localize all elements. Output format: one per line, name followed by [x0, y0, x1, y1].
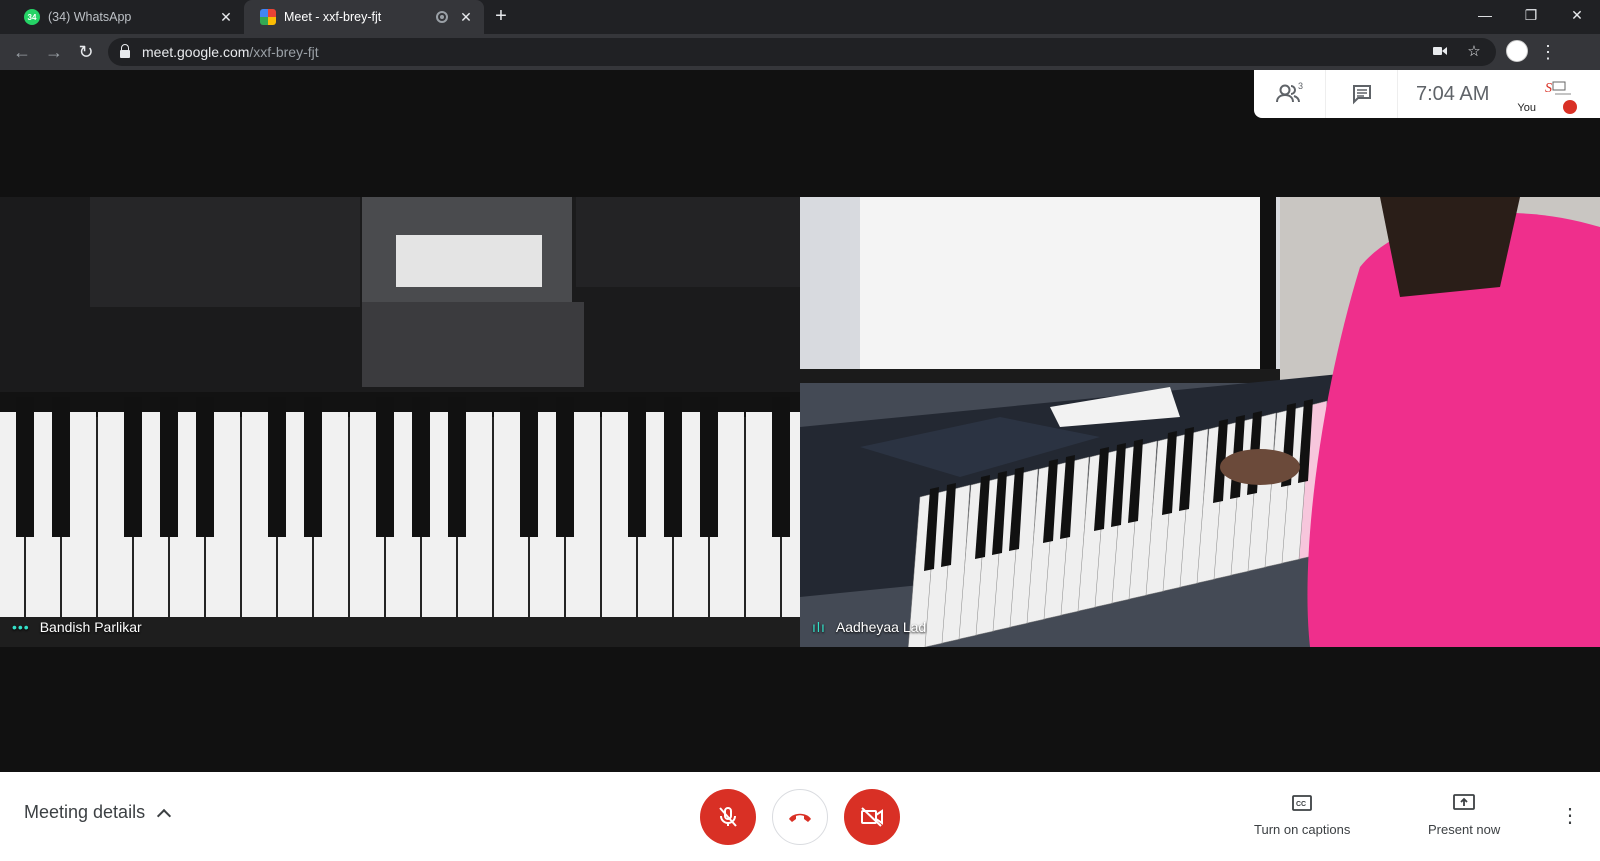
meeting-details-button[interactable]: Meeting details [24, 802, 172, 823]
present-now-button[interactable]: Present now [1428, 792, 1500, 837]
restore-icon[interactable]: ❐ [1508, 0, 1554, 30]
mic-off-icon [1563, 100, 1578, 114]
meeting-details-label: Meeting details [24, 802, 146, 822]
chat-icon [1352, 85, 1371, 105]
hang-up-icon [789, 813, 811, 822]
camera-off-icon [861, 807, 883, 827]
url-path: /xxf-brey-fjt [249, 44, 319, 60]
camera-icon[interactable] [1430, 42, 1450, 62]
reload-icon[interactable]: ↻ [74, 40, 98, 64]
recording-indicator-icon [436, 11, 448, 23]
people-button[interactable]: 3 [1254, 70, 1326, 118]
svg-text:CC: CC [1296, 801, 1306, 808]
new-tab-button[interactable]: + [488, 4, 514, 30]
close-window-icon[interactable]: ✕ [1554, 0, 1600, 30]
chevron-up-icon [157, 808, 172, 823]
tab-meet[interactable]: Meet - xxf-brey-fjt ✕ [244, 0, 484, 34]
back-icon[interactable]: ← [10, 40, 34, 64]
participant-name: Bandish Parlikar [39, 619, 142, 635]
avatar[interactable] [1506, 40, 1528, 62]
audio-level-icon: ılı [812, 619, 826, 635]
participant-tile[interactable]: ••• Bandish Parlikar [0, 197, 800, 647]
participant-tile[interactable]: ılı Aadheyaa Lad [800, 197, 1600, 647]
participant-count: 3 [1298, 82, 1303, 91]
people-icon: 3 [1275, 82, 1303, 103]
self-view[interactable]: S You [1507, 70, 1580, 118]
video-feed-keyboard [0, 197, 800, 647]
svg-text:S: S [1545, 81, 1552, 96]
close-icon[interactable]: ✕ [218, 9, 234, 26]
meet-icon [260, 9, 276, 25]
tab-whatsapp[interactable]: 34 (34) WhatsApp ✕ [8, 0, 244, 34]
present-screen-icon [1453, 792, 1476, 814]
chat-button[interactable] [1326, 70, 1398, 118]
url-host: meet.google.com [142, 44, 250, 60]
participant-name-tag: ılı Aadheyaa Lad [812, 619, 926, 635]
minimize-icon[interactable]: — [1462, 0, 1508, 30]
forward-icon[interactable]: → [42, 40, 66, 64]
address-bar[interactable]: meet.google.com/xxf-brey-fjt ☆ [108, 38, 1496, 66]
participant-name-tag: ••• Bandish Parlikar [12, 619, 142, 635]
speaking-dots-icon: ••• [12, 619, 30, 635]
more-options-icon[interactable]: ⋮ [1560, 804, 1580, 828]
captions-label: Turn on captions [1254, 822, 1351, 837]
closed-captions-icon: CC [1291, 792, 1313, 814]
browser-tab-bar: 34 (34) WhatsApp ✕ Meet - xxf-brey-fjt ✕… [0, 0, 1600, 34]
self-label: You [1517, 102, 1536, 114]
tab-title: (34) WhatsApp [48, 10, 132, 24]
captions-button[interactable]: CC Turn on captions [1254, 792, 1350, 837]
mic-off-icon [719, 807, 737, 827]
close-icon[interactable]: ✕ [458, 9, 474, 26]
meeting-top-panel: 3 7:04 AM S You [1254, 70, 1600, 118]
whatsapp-icon: 34 [24, 9, 40, 25]
lock-icon [120, 44, 130, 58]
leave-call-button[interactable] [772, 789, 828, 845]
meeting-clock: 7:04 AM [1416, 82, 1490, 105]
present-label: Present now [1428, 822, 1501, 837]
participant-name: Aadheyaa Lad [835, 619, 927, 635]
meeting-controls-bar: Meeting details CC Turn on captions Pres… [0, 772, 1600, 861]
camera-toggle-button[interactable] [844, 789, 900, 845]
mic-toggle-button[interactable] [700, 789, 756, 845]
tab-title: Meet - xxf-brey-fjt [284, 10, 382, 24]
video-feed-piano-player [800, 197, 1600, 647]
browser-menu-icon[interactable]: ⋮ [1538, 38, 1558, 66]
bookmark-star-icon[interactable]: ☆ [1464, 42, 1484, 62]
browser-toolbar: ← → ↻ meet.google.com/xxf-brey-fjt ☆ ⋮ [0, 34, 1600, 70]
